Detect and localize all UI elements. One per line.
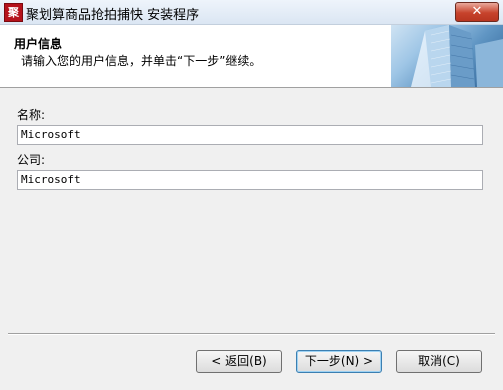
cancel-button[interactable]: 取消(C) (396, 350, 482, 373)
name-label: 名称: (17, 108, 46, 122)
app-icon: 聚 (4, 3, 23, 22)
title-bar: 聚 聚划算商品抢拍捕快 安装程序 ✕ (0, 0, 503, 25)
back-button[interactable]: < 返回(B) (196, 350, 282, 373)
skyscraper-image (391, 25, 503, 87)
name-field[interactable]: Microsoft (17, 125, 483, 145)
page-title: 用户信息 (14, 37, 63, 51)
wizard-header: 用户信息 请输入您的用户信息，并单击“下一步”继续。 (0, 25, 503, 88)
window-title: 聚划算商品抢拍捕快 安装程序 (26, 8, 200, 23)
company-field[interactable]: Microsoft (17, 170, 483, 190)
button-separator (8, 333, 495, 335)
next-button[interactable]: 下一步(N) > (296, 350, 382, 373)
company-label: 公司: (17, 153, 46, 167)
close-button[interactable]: ✕ (455, 2, 499, 22)
page-subtitle: 请输入您的用户信息，并单击“下一步”继续。 (21, 54, 262, 68)
